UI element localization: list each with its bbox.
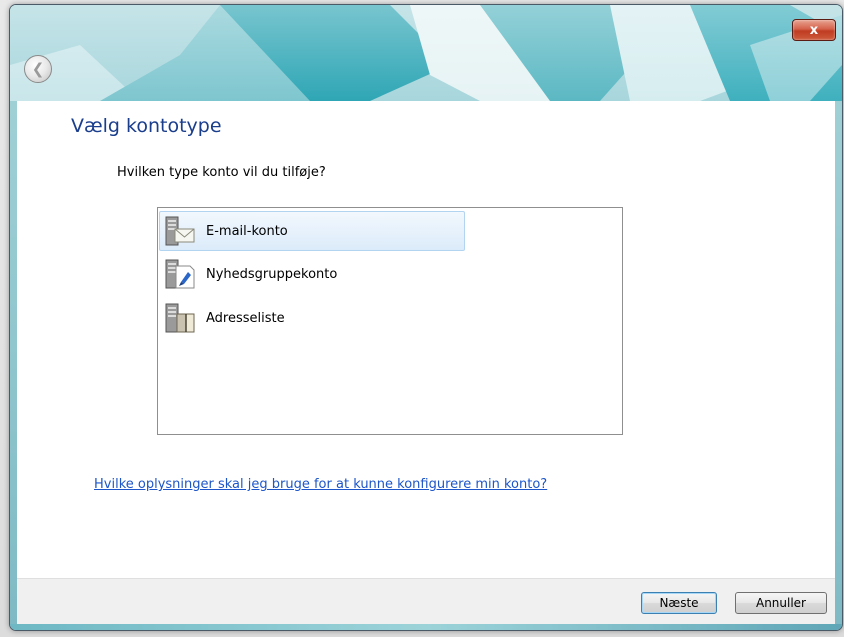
dialog-footer: Næste Annuller (17, 578, 835, 625)
account-type-question: Hvilken type konto vil du tilføje? (117, 165, 326, 180)
account-item-label: Adresseliste (206, 310, 285, 326)
back-arrow-icon: ❮ (31, 59, 45, 78)
account-type-list[interactable]: E-mail-konto Nyhedsgruppekonto Adresseli… (157, 207, 623, 435)
dialog-content: Vælg kontotype Hvilken type konto vil du… (17, 101, 835, 578)
account-item-newsgroup[interactable]: Nyhedsgruppekonto (159, 254, 465, 294)
close-button[interactable]: x (792, 19, 836, 41)
address-book-icon (165, 303, 195, 333)
email-account-icon (165, 216, 195, 246)
next-button[interactable]: Næste (641, 592, 717, 614)
account-setup-help-link[interactable]: Hvilke oplysninger skal jeg bruge for at… (94, 477, 547, 492)
window-frame-bottom (10, 624, 842, 630)
cancel-button[interactable]: Annuller (735, 592, 827, 614)
account-item-label: Nyhedsgruppekonto (206, 266, 338, 282)
aero-glass-background (10, 5, 842, 101)
page-title: Vælg kontotype (71, 115, 222, 137)
window-frame-right (835, 101, 842, 624)
title-bar[interactable]: x ❮ (10, 5, 842, 101)
add-account-dialog: x ❮ Vælg kontotype Hvilken type konto vi… (9, 4, 843, 631)
back-button[interactable]: ❮ (24, 55, 52, 83)
account-item-address-book[interactable]: Adresseliste (159, 298, 465, 338)
account-item-label: E-mail-konto (206, 223, 288, 239)
account-item-email[interactable]: E-mail-konto (159, 211, 465, 251)
newsgroup-account-icon (165, 259, 195, 289)
window-frame-left (10, 101, 17, 624)
